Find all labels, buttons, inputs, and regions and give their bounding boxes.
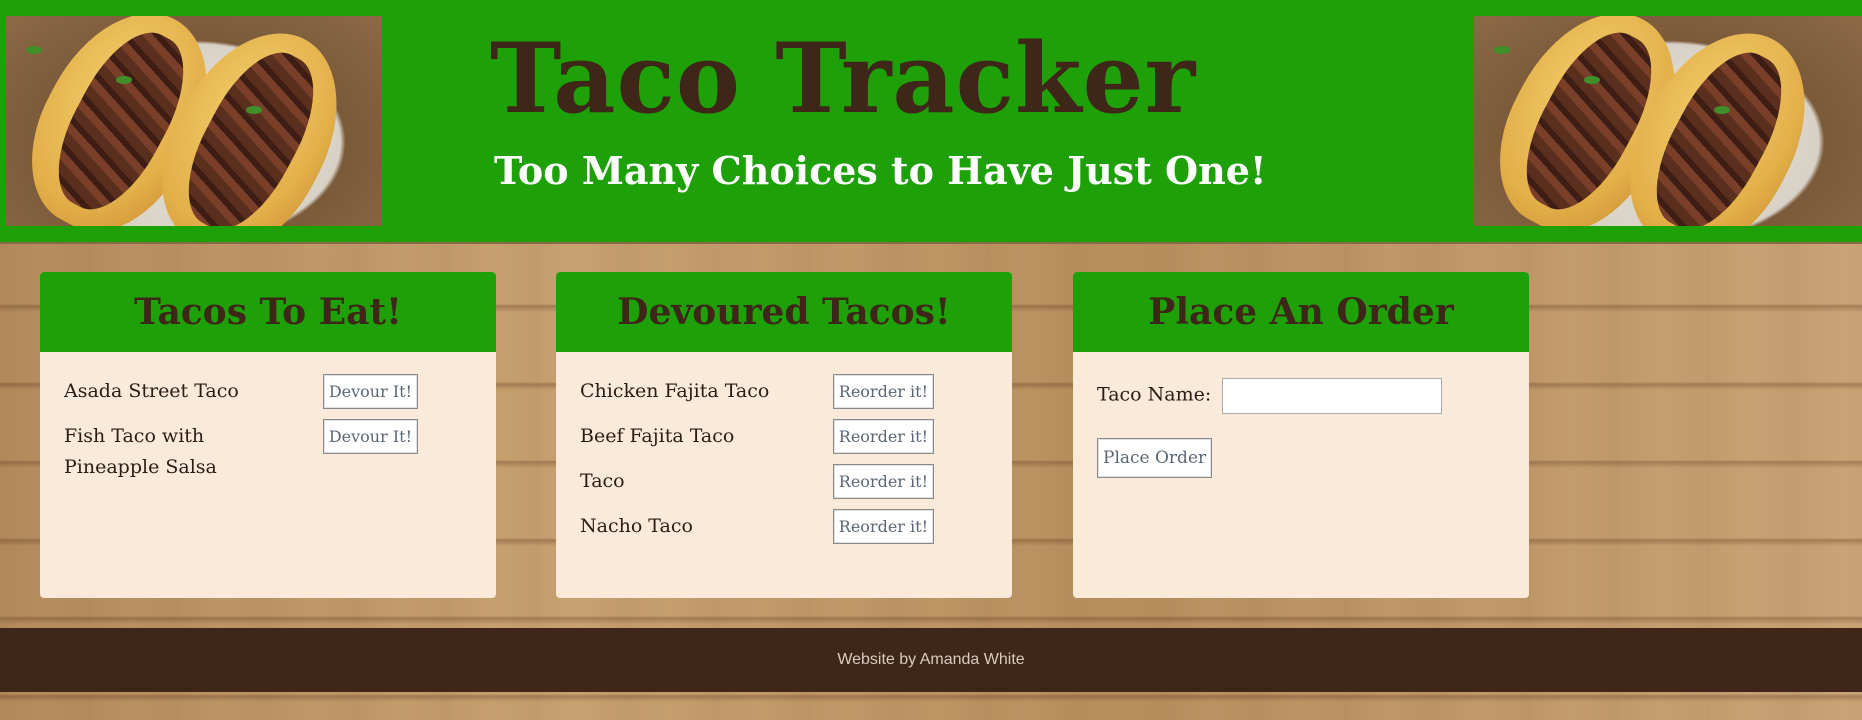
taco-name-input[interactable] bbox=[1222, 378, 1443, 414]
tacos-to-eat-panel: Tacos To Eat! Asada Street Taco Devour I… bbox=[40, 272, 496, 598]
reorder-button[interactable]: Reorder it! bbox=[832, 464, 934, 499]
page-title: Taco Tracker bbox=[490, 22, 1197, 135]
taco-name: Asada Street Taco bbox=[64, 380, 239, 402]
devour-button[interactable]: Devour It! bbox=[322, 419, 418, 454]
site-footer: Website by Amanda White bbox=[0, 628, 1862, 692]
site-header: Taco Tracker Too Many Choices to Have Ju… bbox=[0, 0, 1862, 244]
page-subtitle: Too Many Choices to Have Just One! bbox=[494, 148, 1267, 193]
reorder-button[interactable]: Reorder it! bbox=[832, 509, 934, 544]
place-order-panel: Place An Order Taco Name: Place Order bbox=[1073, 272, 1529, 598]
footer-credit: Website by Amanda White bbox=[837, 651, 1025, 668]
tacos-to-eat-heading: Tacos To Eat! bbox=[40, 272, 496, 352]
taco-image-right bbox=[1474, 16, 1862, 226]
order-form: Taco Name: Place Order bbox=[1073, 352, 1529, 504]
taco-name-label: Taco Name: bbox=[1097, 383, 1212, 406]
list-item: Beef Fajita Taco Reorder it! bbox=[580, 419, 988, 454]
taco-name: Taco bbox=[580, 470, 625, 492]
reorder-button[interactable]: Reorder it! bbox=[832, 374, 934, 409]
taco-name: Beef Fajita Taco bbox=[580, 425, 735, 447]
devoured-tacos-heading: Devoured Tacos! bbox=[556, 272, 1012, 352]
list-item: Chicken Fajita Taco Reorder it! bbox=[580, 374, 988, 409]
taco-name: Chicken Fajita Taco bbox=[580, 380, 770, 402]
devoured-tacos-panel: Devoured Tacos! Chicken Fajita Taco Reor… bbox=[556, 272, 1012, 598]
list-item: Nacho Taco Reorder it! bbox=[580, 509, 988, 544]
taco-name: Nacho Taco bbox=[580, 515, 693, 537]
place-order-heading: Place An Order bbox=[1073, 272, 1529, 352]
devour-button[interactable]: Devour It! bbox=[322, 374, 418, 409]
taco-name: Fish Taco with Pineapple Salsa bbox=[64, 425, 217, 478]
taco-image-left bbox=[6, 16, 382, 226]
reorder-button[interactable]: Reorder it! bbox=[832, 419, 934, 454]
place-order-button[interactable]: Place Order bbox=[1097, 438, 1213, 478]
list-item: Fish Taco with Pineapple Salsa Devour It… bbox=[64, 419, 472, 483]
list-item: Taco Reorder it! bbox=[580, 464, 988, 499]
list-item: Asada Street Taco Devour It! bbox=[64, 374, 472, 409]
